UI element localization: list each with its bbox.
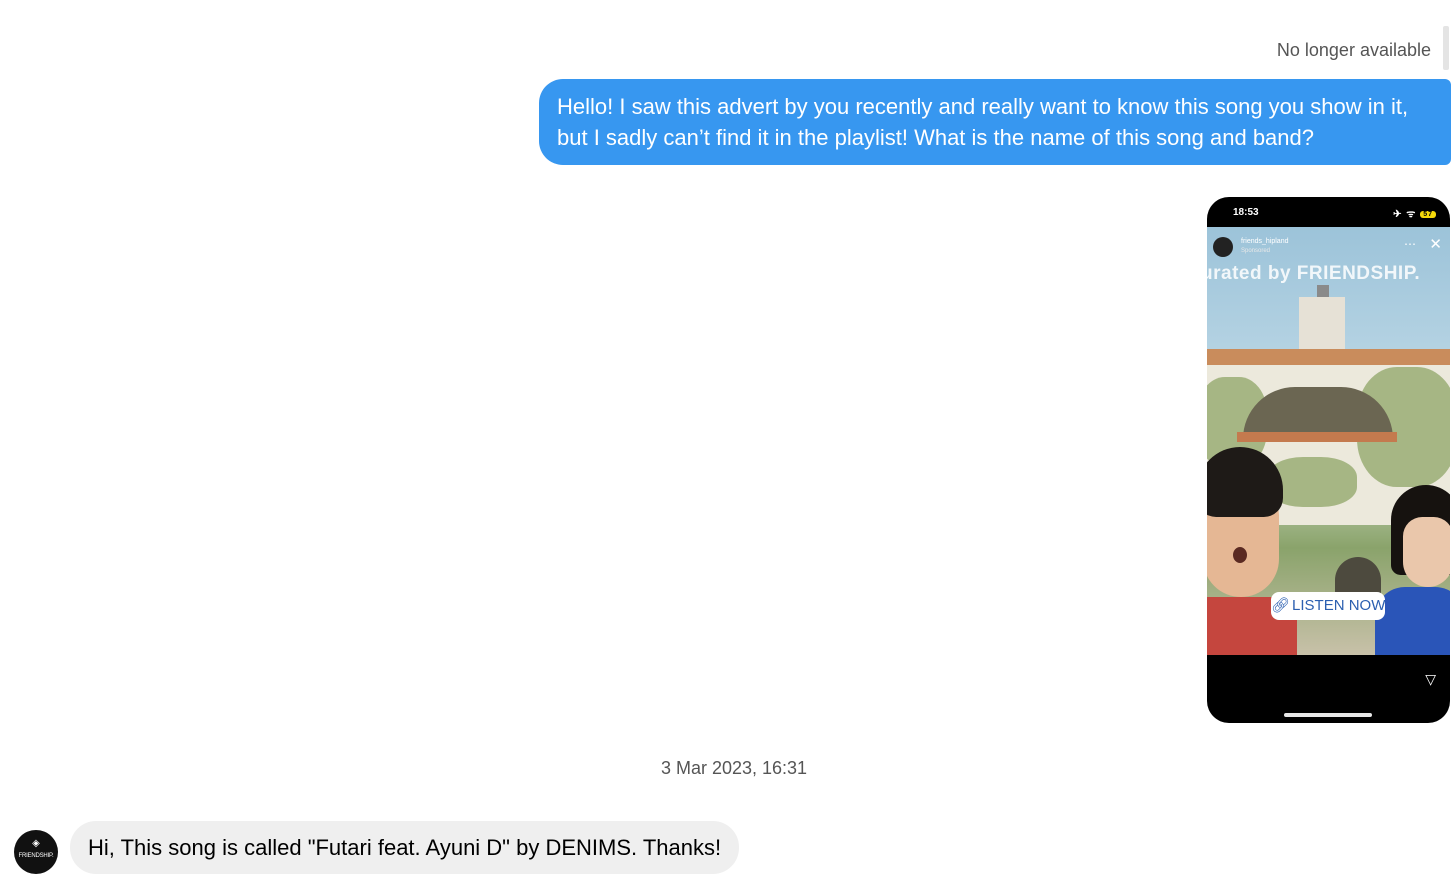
- listen-now-button: 🔗︎ LISTEN NOW: [1271, 592, 1385, 620]
- more-icon: ⋯: [1404, 237, 1416, 251]
- story-image: urated by FRIENDSHIP.: [1207, 227, 1450, 655]
- scrollbar[interactable]: [1443, 26, 1449, 70]
- avatar[interactable]: ◈ FRIENDSHIP.: [14, 830, 58, 874]
- chimney: [1299, 297, 1345, 353]
- status-icons: ✈ ᯤ 57: [1393, 206, 1436, 220]
- logo-icon: ◈: [32, 838, 40, 849]
- listen-now-label: LISTEN NOW: [1292, 597, 1386, 614]
- story-overlay-text: urated by FRIENDSHIP.: [1207, 263, 1421, 284]
- outgoing-message-bubble[interactable]: Hello! I saw this advert by you recently…: [539, 79, 1451, 165]
- mouth: [1233, 547, 1247, 563]
- phone-status-bar: 18:53 ✈ ᯤ 57: [1207, 197, 1450, 227]
- person-right-jacket: [1375, 587, 1450, 655]
- person-right-face: [1403, 517, 1450, 587]
- story-account-avatar: [1213, 237, 1233, 257]
- home-indicator: [1284, 713, 1372, 717]
- avatar-logo-text: FRIENDSHIP.: [18, 853, 54, 859]
- airplane-wifi-icon: ✈ ᯤ: [1393, 209, 1417, 220]
- story-sponsored-label: Sponsored: [1241, 248, 1271, 254]
- message-timestamp: 3 Mar 2023, 16:31: [660, 758, 808, 778]
- close-icon: ✕: [1429, 236, 1442, 253]
- story-username: friends_hipland: [1241, 238, 1289, 245]
- dm-thread: No longer available Hello! I saw this ad…: [0, 0, 1456, 895]
- send-icon: ▽: [1425, 671, 1436, 687]
- shared-story-screenshot[interactable]: 18:53 ✈ ᯤ 57 urated by FRIENDSHIP. frien…: [1207, 197, 1450, 723]
- balcony: [1237, 432, 1397, 442]
- roof: [1207, 349, 1450, 365]
- story-unavailable-label: No longer available: [1276, 40, 1431, 60]
- incoming-message-bubble[interactable]: Hi, This song is called "Futari feat. Ay…: [70, 821, 740, 874]
- battery-icon: 57: [1420, 210, 1436, 218]
- link-icon: 🔗︎: [1271, 597, 1291, 614]
- status-time: 18:53: [1233, 207, 1259, 218]
- story-header: friends_hipland Sponsored ⋯ ✕: [1213, 235, 1444, 259]
